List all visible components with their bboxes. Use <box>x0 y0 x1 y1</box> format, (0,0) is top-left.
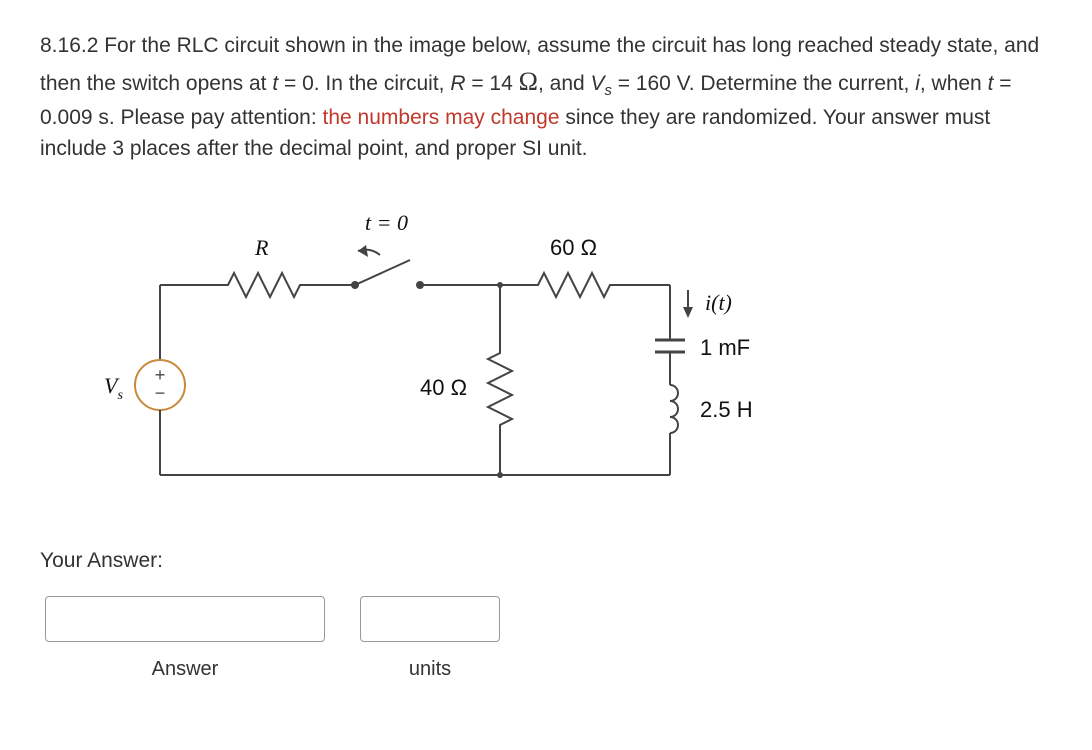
problem-statement: 8.16.2 For the RLC circuit shown in the … <box>40 30 1052 165</box>
units-input[interactable] <box>360 596 500 642</box>
svg-text:−: − <box>155 383 166 403</box>
inductor-label: 2.5 H <box>700 397 753 422</box>
svg-text:+: + <box>155 365 166 385</box>
answer-input[interactable] <box>45 596 325 642</box>
source-label: Vs <box>104 373 123 403</box>
resistor-40-label: 40 Ω <box>420 375 467 400</box>
current-label: i(t) <box>705 290 732 315</box>
units-input-label: units <box>409 654 451 684</box>
your-answer-heading: Your Answer: <box>40 545 1052 577</box>
switch-label: t = 0 <box>365 210 408 235</box>
resistor-R-label: R <box>254 235 269 260</box>
circuit-diagram: + − t = 0 R 60 Ω 40 Ω i(t) 1 mF 2.5 H Vs <box>60 185 1052 515</box>
answer-input-label: Answer <box>152 654 219 684</box>
answer-section: Answer units <box>45 596 1052 684</box>
resistor-60-label: 60 Ω <box>550 235 597 260</box>
capacitor-label: 1 mF <box>700 335 750 360</box>
